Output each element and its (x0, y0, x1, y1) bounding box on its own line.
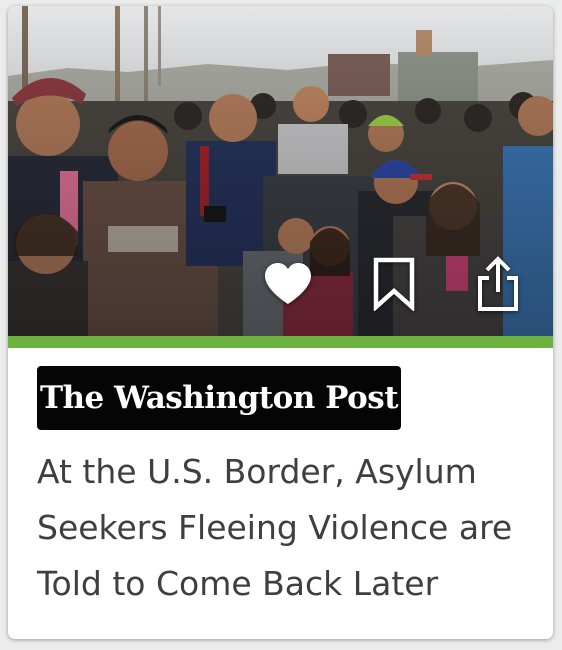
article-headline[interactable]: At the U.S. Border, Asylum Seekers Fleei… (37, 444, 537, 612)
accent-bar (8, 336, 553, 348)
like-button[interactable] (258, 254, 318, 314)
article-card[interactable]: The Washington Post At the U.S. Border, … (8, 6, 553, 639)
publisher-logo[interactable]: The Washington Post (37, 366, 401, 430)
heart-icon (265, 263, 311, 304)
bookmark-button[interactable] (364, 254, 424, 314)
share-icon (478, 256, 518, 311)
article-photo[interactable] (8, 6, 553, 336)
publisher-name: The Washington Post (39, 380, 399, 416)
bookmark-icon (373, 257, 415, 311)
share-button[interactable] (468, 254, 528, 314)
